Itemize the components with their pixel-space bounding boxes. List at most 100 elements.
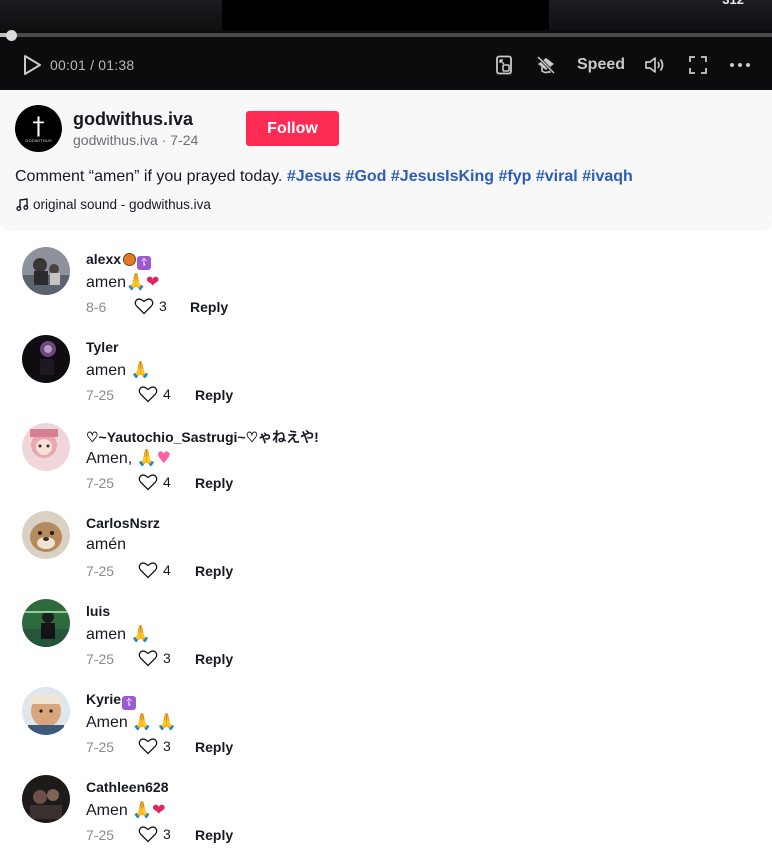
- sound-link[interactable]: original sound - godwithus.iva: [16, 197, 211, 212]
- comment-text: Amen 🙏 🙏: [86, 712, 177, 731]
- like-button[interactable]: 3: [138, 825, 171, 843]
- more-options-button[interactable]: [729, 52, 753, 78]
- like-button[interactable]: 3: [134, 297, 167, 315]
- follow-button[interactable]: Follow: [246, 111, 339, 146]
- comment-username[interactable]: Kyrie ☦: [86, 691, 137, 710]
- praying-hands-icon: 🙏: [136, 448, 157, 467]
- play-button[interactable]: [22, 52, 44, 78]
- flag-button[interactable]: [535, 52, 559, 78]
- praying-hands-icon: 🙏: [126, 272, 146, 291]
- reply-button[interactable]: Reply: [195, 387, 233, 403]
- comment-date: 7-25: [86, 475, 115, 491]
- author-handle-date: godwithus.iva · 7-24: [73, 132, 199, 148]
- reply-button[interactable]: Reply: [195, 475, 233, 491]
- heart-outline-icon: [138, 474, 158, 491]
- orthodox-cross-icon: ☦: [122, 696, 137, 710]
- volume-icon: [645, 57, 664, 73]
- pip-button[interactable]: [495, 52, 517, 78]
- video-player[interactable]: 312 00:01 / 01:38 Speed: [0, 0, 772, 90]
- speed-button[interactable]: Speed: [577, 52, 625, 78]
- cross-icon: †: [32, 111, 45, 140]
- avatar[interactable]: [22, 423, 70, 471]
- progress-handle[interactable]: [6, 30, 17, 41]
- comment-date: 7-25: [86, 387, 115, 403]
- avatar[interactable]: [22, 599, 70, 647]
- video-frame-left: [0, 0, 222, 30]
- avatar[interactable]: [22, 511, 70, 559]
- comment-item: Cathleen628 Amen 🙏❤ 7-25 3 Reply: [0, 759, 772, 847]
- comment-username[interactable]: Tyler: [86, 339, 118, 355]
- volume-button[interactable]: [644, 52, 668, 78]
- heart-outline-icon: [138, 386, 158, 403]
- basketball-icon: [123, 253, 137, 266]
- heart-outline-icon: [138, 826, 158, 843]
- comment-date: 7-25: [86, 563, 115, 579]
- reply-button[interactable]: Reply: [195, 651, 233, 667]
- comment-username[interactable]: Cathleen628: [86, 779, 168, 795]
- progress-bar[interactable]: [0, 33, 772, 37]
- caption-text: Comment “amen” if you prayed today.: [15, 168, 283, 185]
- like-count: 3: [163, 738, 171, 754]
- avatar-caption: GODWITHUS: [25, 137, 52, 143]
- comment-username[interactable]: CarlosNsrz: [86, 515, 160, 531]
- reply-button[interactable]: Reply: [195, 563, 233, 579]
- comment-date: 7-25: [86, 827, 115, 843]
- comment-username[interactable]: ♡~Yautochio_Sastrugi~♡ゃねえや!: [86, 427, 319, 447]
- comment-text: Amen, 🙏♥: [86, 448, 171, 467]
- comment-text: amen🙏❤: [86, 272, 160, 291]
- comment-item: ♡~Yautochio_Sastrugi~♡ゃねえや! Amen, 🙏♥ 7-2…: [0, 407, 772, 495]
- heart-emoji-icon: ♥: [156, 448, 171, 467]
- avatar[interactable]: [22, 247, 70, 295]
- comment-text: Amen 🙏❤: [86, 800, 166, 819]
- hashtag-link[interactable]: #JesusIsKing: [391, 168, 494, 185]
- comment-text: amen 🙏: [86, 624, 151, 643]
- like-button[interactable]: 4: [138, 385, 171, 403]
- like-count: 3: [159, 298, 167, 314]
- hashtag-link[interactable]: #fyp: [499, 168, 532, 185]
- like-button[interactable]: 3: [138, 737, 171, 755]
- avatar[interactable]: [22, 775, 70, 823]
- author-avatar[interactable]: † GODWITHUS: [15, 105, 62, 152]
- hashtag-link[interactable]: #viral: [536, 168, 578, 185]
- video-frame-center: [222, 0, 549, 30]
- reply-button[interactable]: Reply: [195, 739, 233, 755]
- comment-text: amén: [86, 536, 127, 553]
- like-button[interactable]: 4: [138, 561, 171, 579]
- praying-hands-icon: 🙏: [132, 800, 153, 819]
- heart-outline-icon: [138, 650, 158, 667]
- like-count: 4: [163, 474, 171, 490]
- avatar[interactable]: [22, 687, 70, 735]
- fullscreen-button[interactable]: [688, 52, 710, 78]
- comment-text: amen 🙏: [86, 360, 151, 379]
- comment-item: luis amen 🙏 7-25 3 Reply: [0, 583, 772, 671]
- heart-outline-icon: [138, 562, 158, 579]
- reply-button[interactable]: Reply: [190, 299, 228, 315]
- like-button[interactable]: 4: [138, 473, 171, 491]
- reply-button[interactable]: Reply: [195, 827, 233, 843]
- comment-username[interactable]: luis: [86, 603, 110, 619]
- comment-date: 7-25: [86, 739, 115, 755]
- praying-hands-icon: 🙏: [130, 624, 151, 643]
- more-icon: [730, 63, 750, 67]
- comment-item: alexx ☦ amen🙏❤ 8-6 3 Reply: [0, 231, 772, 319]
- like-count: 3: [163, 826, 171, 842]
- hashtag-link[interactable]: #God: [346, 168, 387, 185]
- praying-hands-icon: 🙏: [130, 360, 151, 379]
- fullscreen-icon: [689, 56, 707, 74]
- like-button[interactable]: 3: [138, 649, 171, 667]
- hashtag-link[interactable]: #Jesus: [287, 168, 341, 185]
- comment-date: 7-25: [86, 651, 115, 667]
- avatar[interactable]: [22, 335, 70, 383]
- heart-emoji-icon: ❤: [145, 272, 160, 291]
- pip-icon: [496, 55, 512, 75]
- heart-emoji-icon: ❤: [152, 800, 166, 819]
- hashtag-link[interactable]: #ivaqh: [582, 168, 633, 185]
- comment-item: CarlosNsrz amén 7-25 4 Reply: [0, 495, 772, 583]
- orthodox-cross-icon: ☦: [137, 256, 152, 270]
- like-count: 4: [163, 562, 171, 578]
- heart-outline-icon: [138, 738, 158, 755]
- sound-title: original sound - godwithus.iva: [33, 197, 211, 212]
- comment-username[interactable]: alexx ☦: [86, 251, 152, 270]
- praying-hands-icon: 🙏: [132, 712, 153, 731]
- author-username[interactable]: godwithus.iva: [73, 109, 193, 130]
